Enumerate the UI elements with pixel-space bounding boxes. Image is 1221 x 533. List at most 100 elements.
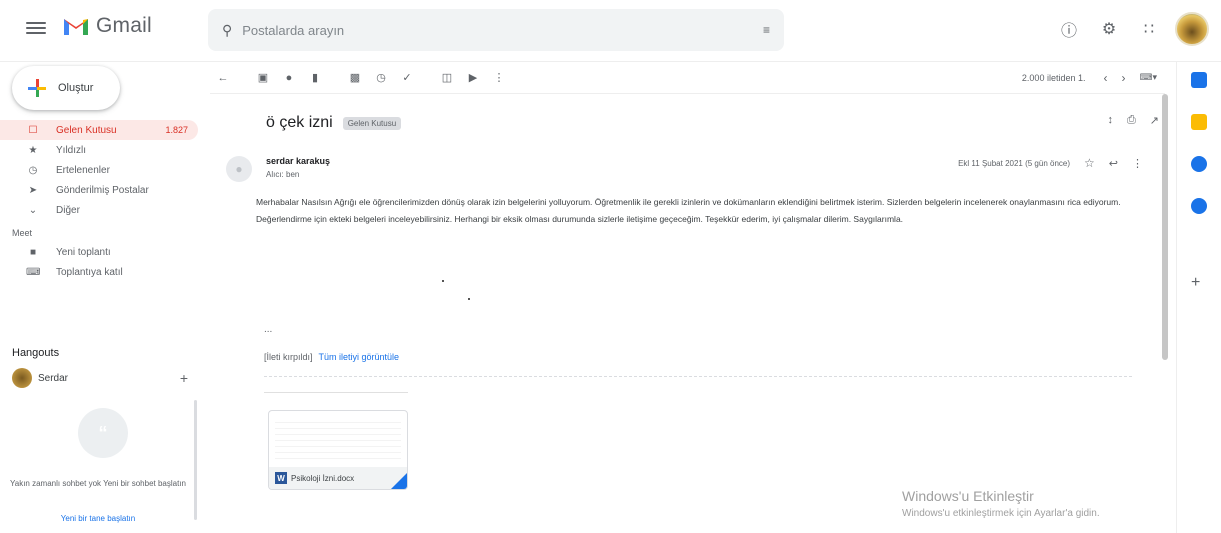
gear-icon[interactable]: ⚙ <box>1095 15 1123 43</box>
chevron-down-icon: ⌄ <box>28 204 38 216</box>
print-icon[interactable]: ⎙ <box>1127 114 1136 127</box>
sidebar-item-starred[interactable]: ★ Yıldızlı <box>0 140 206 160</box>
sidebar-item-more[interactable]: ⌄ Diğer <box>0 200 206 220</box>
calendar-icon[interactable] <box>1191 72 1207 88</box>
message-toolbar: ← ▣ ● ▮ ▩ ◷ ✓ ◫ ▶ ⋮ 2.000 iletiden 1. ‹ … <box>210 62 1165 94</box>
sender-name[interactable]: serdar karakuş <box>266 156 330 166</box>
sidebar: Oluştur ☐ Gelen Kutusu 1.827 ★ Yıldızlı … <box>0 62 206 533</box>
side-panel: + <box>1176 62 1221 533</box>
inbox-icon: ☐ <box>28 124 38 136</box>
more-vert-icon[interactable]: ⋮ <box>486 65 512 91</box>
windows-activation-watermark: Windows'u Etkinleştir Windows'u etkinleş… <box>902 488 1100 519</box>
attachment-corner-icon <box>391 473 407 489</box>
sidebar-item-join-meeting[interactable]: ⌨ Toplantıya katıl <box>0 262 206 282</box>
chevron-right-icon[interactable]: › <box>1121 71 1125 85</box>
email-body: Merhabalar Nasılsın Ağrığı ele öğrencile… <box>256 197 1121 224</box>
chevron-left-icon[interactable]: ‹ <box>1103 71 1107 85</box>
star-icon: ★ <box>28 144 38 156</box>
unread-count: 1.827 <box>165 125 188 135</box>
attachment-preview <box>275 417 401 463</box>
nav-list: ☐ Gelen Kutusu 1.827 ★ Yıldızlı ◷ Ertele… <box>0 120 206 282</box>
content-scrollbar[interactable] <box>1162 94 1168 360</box>
hangouts-scrollbar[interactable] <box>194 400 197 520</box>
video-icon: ■ <box>29 246 37 258</box>
hangouts-start-link[interactable]: Yeni bir tane başlatın <box>8 514 188 523</box>
main-menu-icon[interactable] <box>26 18 46 38</box>
hangouts-user-name: Serdar <box>38 372 69 384</box>
sidebar-item-label: Gönderilmiş Postalar <box>56 184 149 196</box>
sidebar-item-label: Gelen Kutusu <box>56 124 117 136</box>
sidebar-item-snoozed[interactable]: ◷ Ertelenenler <box>0 160 206 180</box>
email-subject-row: ö çek izni Gelen Kutusu <box>266 114 402 132</box>
keyboard-lang-icon[interactable]: ⌨▾ <box>1139 72 1157 83</box>
help-icon[interactable]: ⓘ <box>1055 15 1083 43</box>
keep-icon[interactable] <box>1191 114 1207 130</box>
add-addon-icon[interactable]: + <box>1191 274 1200 292</box>
watermark-title: Windows'u Etkinleştir <box>902 488 1034 504</box>
search-bar[interactable]: ⚲ Postalarda arayın ≡ <box>208 9 784 51</box>
attachment-card[interactable]: W Psikoloji İzni.docx <box>268 410 408 490</box>
delete-icon[interactable]: ▮ <box>302 65 328 91</box>
sidebar-item-label: Yeni toplantı <box>56 246 111 258</box>
sidebar-item-inbox[interactable]: ☐ Gelen Kutusu 1.827 <box>0 120 198 140</box>
attachment-name: Psikoloji İzni.docx <box>291 473 355 483</box>
meet-section-label: Meet <box>12 228 33 238</box>
message-clipped-text: [İleti kırpıldı] <box>264 352 313 362</box>
search-options-icon[interactable]: ≡ <box>763 23 770 37</box>
avatar[interactable] <box>1175 12 1209 46</box>
star-icon[interactable]: ☆ <box>1084 156 1095 170</box>
mark-unread-icon[interactable]: ▩ <box>342 65 368 91</box>
stray-dot <box>442 280 444 282</box>
back-arrow-icon[interactable]: ← <box>210 65 236 91</box>
expand-all-icon[interactable]: ↕ <box>1107 114 1113 127</box>
email-view: ö çek izni Gelen Kutusu ↕ ⎙ ↗ ● serdar k… <box>210 96 1165 533</box>
email-date: Ekl 11 Şubat 2021 (5 gün önce) <box>958 158 1071 168</box>
archive-icon[interactable]: ▣ <box>250 65 276 91</box>
gmail-logo[interactable]: Gmail <box>62 14 152 38</box>
send-icon: ➤ <box>28 184 38 196</box>
sender-avatar: ● <box>226 156 252 182</box>
sidebar-item-new-meeting[interactable]: ■ Yeni toplantı <box>0 242 206 262</box>
watermark-subtitle: Windows'u etkinleştirmek için Ayarlar'a … <box>902 508 1100 519</box>
stray-dot <box>468 298 470 300</box>
pagination-text: 2.000 iletiden 1. <box>1021 72 1086 83</box>
sidebar-item-label: Toplantıya katıl <box>56 266 123 278</box>
reply-icon[interactable]: ↩ <box>1109 157 1118 170</box>
compose-label: Oluştur <box>58 82 94 94</box>
recipient-line[interactable]: Alıcı: ben <box>266 170 299 179</box>
divider <box>264 376 1132 377</box>
sidebar-item-label: Diğer <box>56 204 80 216</box>
hangouts-empty-note: Yakın zamanlı sohbet yok Yeni bir sohbet… <box>10 479 186 488</box>
move-to-icon[interactable]: ◫ <box>434 65 460 91</box>
sidebar-item-label: Yıldızlı <box>56 144 87 156</box>
apps-grid-icon[interactable]: ∷ <box>1135 15 1163 43</box>
tasks-icon[interactable] <box>1191 156 1207 172</box>
add-chat-icon[interactable]: + <box>180 370 188 386</box>
report-spam-icon[interactable]: ● <box>276 65 302 91</box>
hangouts-user[interactable]: Serdar + <box>12 368 188 388</box>
word-doc-icon: W <box>275 472 287 484</box>
open-new-window-icon[interactable]: ↗ <box>1150 114 1159 127</box>
view-entire-message-link[interactable]: Tüm iletiyi görüntüle <box>319 352 400 362</box>
sidebar-item-sent[interactable]: ➤ Gönderilmiş Postalar <box>0 180 206 200</box>
snooze-icon[interactable]: ◷ <box>368 65 394 91</box>
keyboard-icon: ⌨ <box>26 266 41 278</box>
divider <box>264 392 408 393</box>
label-icon[interactable]: ▶ <box>460 65 486 91</box>
hangouts-section-label: Hangouts <box>12 347 60 359</box>
more-vert-icon[interactable]: ⋮ <box>1132 157 1143 170</box>
contacts-icon[interactable] <box>1191 198 1207 214</box>
search-icon[interactable]: ⚲ <box>222 22 232 39</box>
label-chip[interactable]: Gelen Kutusu <box>342 116 402 130</box>
gmail-m-icon <box>64 19 88 35</box>
compose-button[interactable]: Oluştur <box>12 66 120 110</box>
email-subject: ö çek izni <box>266 114 333 131</box>
avatar <box>12 368 32 388</box>
trimmed-content-ellipsis[interactable]: ... <box>264 324 272 335</box>
clock-icon: ◷ <box>28 164 38 176</box>
search-input[interactable]: Postalarda arayın <box>242 23 763 38</box>
chat-bubble-icon: “ <box>78 408 128 458</box>
add-task-icon[interactable]: ✓ <box>394 65 420 91</box>
top-bar: Gmail ⚲ Postalarda arayın ≡ ⓘ ⚙ ∷ <box>0 0 1221 62</box>
sidebar-item-label: Ertelenenler <box>56 164 110 176</box>
